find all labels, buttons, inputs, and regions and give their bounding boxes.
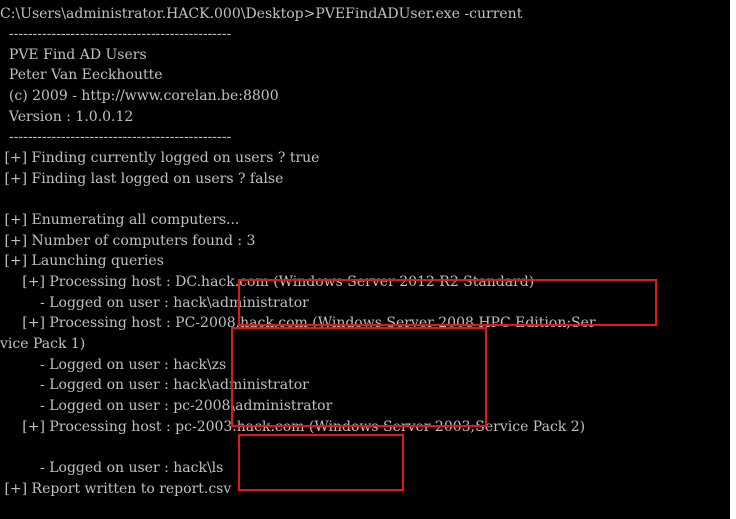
tool-name-line: PVE Find AD Users	[0, 47, 147, 63]
separator-line: ----------------------------------------…	[0, 129, 232, 145]
processing-host-line: [+] Processing host : DC.hack.com (Windo…	[0, 274, 535, 290]
logged-on-user-line: - Logged on user : hack\administrator	[0, 377, 309, 393]
terminal-window[interactable]: C:\Users\administrator.HACK.000\Desktop>…	[0, 0, 730, 519]
logged-on-user-line: - Logged on user : hack\administrator	[0, 295, 309, 311]
processing-host-line: [+] Processing host : pc-2003.hack.com (…	[0, 419, 586, 435]
command-line: C:\Users\administrator.HACK.000\Desktop>…	[0, 6, 523, 22]
output-line: [+] Number of computers found : 3	[0, 233, 256, 249]
output-line: [+] Finding last logged on users ? false	[0, 171, 284, 187]
output-line: [+] Enumerating all computers...	[0, 212, 240, 228]
highlight-box-pc2003	[238, 434, 404, 491]
copyright-line: (c) 2009 - http://www.corelan.be:8800	[0, 88, 279, 104]
logged-on-user-line: - Logged on user : hack\zs	[0, 357, 227, 373]
output-line: [+] Finding currently logged on users ? …	[0, 150, 320, 166]
output-line: [+] Launching queries	[0, 253, 164, 269]
processing-host-line: [+] Processing host : PC-2008.hack.com (…	[0, 315, 596, 331]
report-line: [+] Report written to report.csv	[0, 481, 232, 497]
logged-on-user-line: - Logged on user : pc-2008\administrator	[0, 398, 333, 414]
logged-on-user-line: - Logged on user : hack\ls	[0, 460, 224, 476]
version-line: Version : 1.0.0.12	[0, 109, 134, 125]
author-line: Peter Van Eeckhoutte	[0, 67, 163, 83]
wrapped-line: vice Pack 1)	[0, 336, 86, 352]
separator-line: ----------------------------------------…	[0, 26, 232, 42]
